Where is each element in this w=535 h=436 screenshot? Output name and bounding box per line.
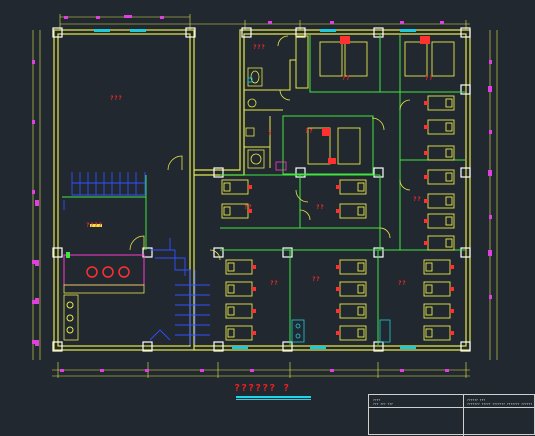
chair-headrest — [223, 206, 231, 216]
massage-chair — [225, 281, 253, 297]
massage-chair — [423, 325, 451, 341]
title-block-row-line — [369, 407, 535, 408]
chair-headrest — [357, 206, 365, 216]
staircase-upper — [63, 172, 146, 210]
massage-chair — [427, 95, 455, 111]
room-label-lower-c: ?? — [398, 280, 407, 287]
chair-marker — [424, 219, 428, 223]
room-label-toilet-area: ??? — [253, 44, 266, 51]
room-label-mid-a: ?? — [244, 204, 253, 211]
chair-headrest — [227, 284, 235, 294]
chair-headrest — [425, 328, 433, 338]
drawing-title: ?????? ? — [234, 383, 291, 394]
chair-marker — [424, 125, 428, 129]
chair-headrest — [357, 182, 365, 192]
massage-chair — [339, 179, 367, 195]
room-label-top-1: ?? — [342, 75, 351, 82]
chair-marker — [252, 331, 256, 335]
chair-marker — [424, 151, 428, 155]
chair-headrest — [425, 262, 433, 272]
chair-marker — [424, 175, 428, 179]
room-label-top-2: ?? — [425, 75, 434, 82]
massage-chair — [339, 203, 367, 219]
massage-chair — [427, 193, 455, 209]
title-block-divider — [463, 395, 464, 436]
massage-chair — [339, 281, 367, 297]
room-label-lower-a: ?? — [270, 280, 279, 287]
interior-partitions — [62, 35, 465, 345]
massage-chair — [427, 213, 455, 229]
room-label-lower-b: ?? — [312, 276, 321, 283]
chair-marker — [336, 331, 340, 335]
chair-headrest — [357, 306, 365, 316]
room-label-mid-left: ???? — [86, 222, 103, 229]
massage-chair — [339, 303, 367, 319]
treatment-beds-top — [307, 36, 455, 165]
massage-chair — [427, 169, 455, 185]
chair-marker — [252, 287, 256, 291]
chair-marker — [336, 185, 340, 189]
massage-chair — [427, 119, 455, 135]
chair-headrest — [445, 196, 453, 206]
title-block: ???? ?????? ??? ??? ??? ??? ??????? ????… — [368, 394, 535, 436]
chair-headrest — [227, 262, 235, 272]
massage-chair — [423, 303, 451, 319]
chair-headrest — [445, 98, 453, 108]
room-label-lower-d: ?? — [305, 128, 314, 135]
chair-headrest — [445, 122, 453, 132]
room-label-lower-e: ?? — [413, 196, 422, 203]
chair-marker — [450, 265, 454, 269]
massage-chair — [427, 145, 455, 161]
chair-marker — [424, 101, 428, 105]
massage-chair — [339, 259, 367, 275]
chair-marker — [252, 309, 256, 313]
chair-marker — [336, 265, 340, 269]
cad-drawing-canvas: ??? ???? ??? ? ?? ?? ?? ?? ?? ?? ?? ?? ?… — [0, 0, 535, 436]
floor-plan — [32, 14, 498, 378]
chair-headrest — [425, 306, 433, 316]
massage-chair — [427, 235, 455, 251]
massage-chair — [221, 179, 249, 195]
chair-headrest — [357, 262, 365, 272]
chair-marker — [450, 309, 454, 313]
title-block-r2c2: ??????? ????? ??????? ??????? ?????? — [467, 402, 533, 406]
room-label-toilet-small: ? — [268, 130, 273, 137]
staircase-lower — [149, 238, 210, 345]
room-label-hall: ??? — [110, 95, 123, 102]
windows — [94, 29, 416, 349]
massage-chair — [225, 303, 253, 319]
chair-marker — [336, 287, 340, 291]
chair-headrest — [357, 284, 365, 294]
chair-marker — [450, 331, 454, 335]
massage-chair — [423, 281, 451, 297]
chair-marker — [336, 309, 340, 313]
chair-headrest — [227, 306, 235, 316]
massage-chair — [225, 259, 253, 275]
chair-headrest — [445, 172, 453, 182]
massage-chair — [423, 259, 451, 275]
toilet-walls — [244, 35, 309, 168]
chair-marker — [424, 241, 428, 245]
title-underline — [236, 396, 311, 398]
chair-marker — [252, 265, 256, 269]
chair-headrest — [445, 238, 453, 248]
chair-marker — [248, 185, 252, 189]
chair-marker — [424, 199, 428, 203]
title-block-r2c1: ??? ??? ??? — [373, 402, 393, 406]
chair-headrest — [357, 328, 365, 338]
title-underline-thin — [236, 399, 311, 400]
chair-marker — [336, 209, 340, 213]
reception-counter — [63, 224, 145, 341]
massage-chair — [225, 325, 253, 341]
chair-headrest — [445, 216, 453, 226]
toilet-fixtures — [245, 67, 287, 171]
chair-headrest — [227, 328, 235, 338]
massage-chair — [339, 325, 367, 341]
chair-headrest — [223, 182, 231, 192]
chair-headrest — [445, 148, 453, 158]
room-label-mid-b: ?? — [316, 204, 325, 211]
wall-markers — [35, 86, 492, 346]
chair-marker — [450, 287, 454, 291]
chair-headrest — [425, 284, 433, 294]
